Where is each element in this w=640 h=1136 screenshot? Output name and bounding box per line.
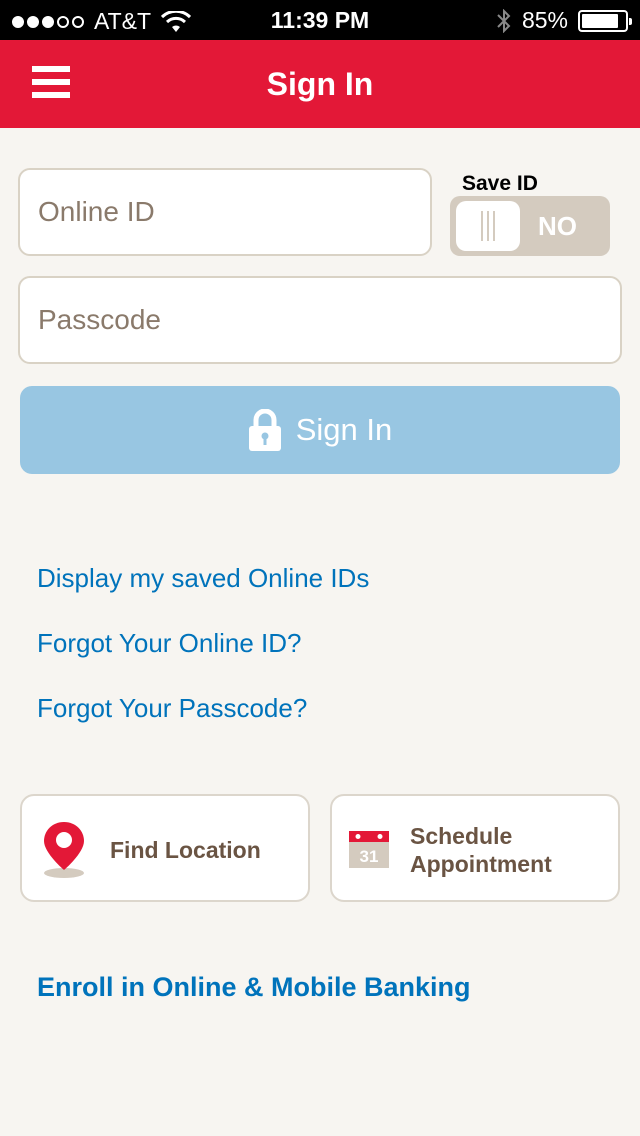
- passcode-input[interactable]: [20, 278, 620, 362]
- toggle-knob: [456, 201, 520, 251]
- forgot-passcode-link[interactable]: Forgot Your Passcode?: [37, 693, 307, 724]
- save-id-label: Save ID: [462, 172, 538, 195]
- sign-in-button[interactable]: Sign In: [20, 386, 620, 474]
- enroll-link[interactable]: Enroll in Online & Mobile Banking: [37, 972, 471, 1003]
- calendar-icon: 31: [349, 831, 389, 868]
- schedule-label-line1: Schedule: [410, 823, 513, 849]
- sign-in-label: Sign In: [295, 412, 393, 447]
- find-location-button[interactable]: Find Location: [20, 794, 310, 902]
- schedule-appointment-button[interactable]: 31 Schedule Appointment: [330, 794, 620, 902]
- online-id-input[interactable]: [20, 170, 430, 254]
- lock-icon: [248, 409, 281, 451]
- calendar-day: 31: [360, 847, 379, 866]
- display-saved-ids-link[interactable]: Display my saved Online IDs: [37, 563, 369, 594]
- battery-percent: 85%: [521, 7, 568, 33]
- status-bar: AT&T 11:39 PM 85%: [0, 0, 640, 40]
- passcode-field-wrapper: [18, 276, 622, 364]
- page-title: Sign In: [266, 66, 374, 102]
- forgot-online-id-link[interactable]: Forgot Your Online ID?: [37, 628, 302, 659]
- battery-icon: [578, 9, 632, 32]
- map-pin-icon: [44, 822, 84, 878]
- schedule-label-line2: Appointment: [410, 851, 552, 877]
- online-id-field-wrapper: [18, 168, 432, 256]
- nav-bar: Sign In: [0, 40, 640, 128]
- toggle-state-label: NO: [538, 211, 577, 241]
- save-id-toggle[interactable]: NO: [450, 196, 610, 256]
- status-right: 85%: [496, 7, 632, 34]
- schedule-appointment-label: Schedule Appointment: [410, 822, 552, 878]
- find-location-label: Find Location: [110, 837, 261, 863]
- bluetooth-icon: [497, 8, 511, 33]
